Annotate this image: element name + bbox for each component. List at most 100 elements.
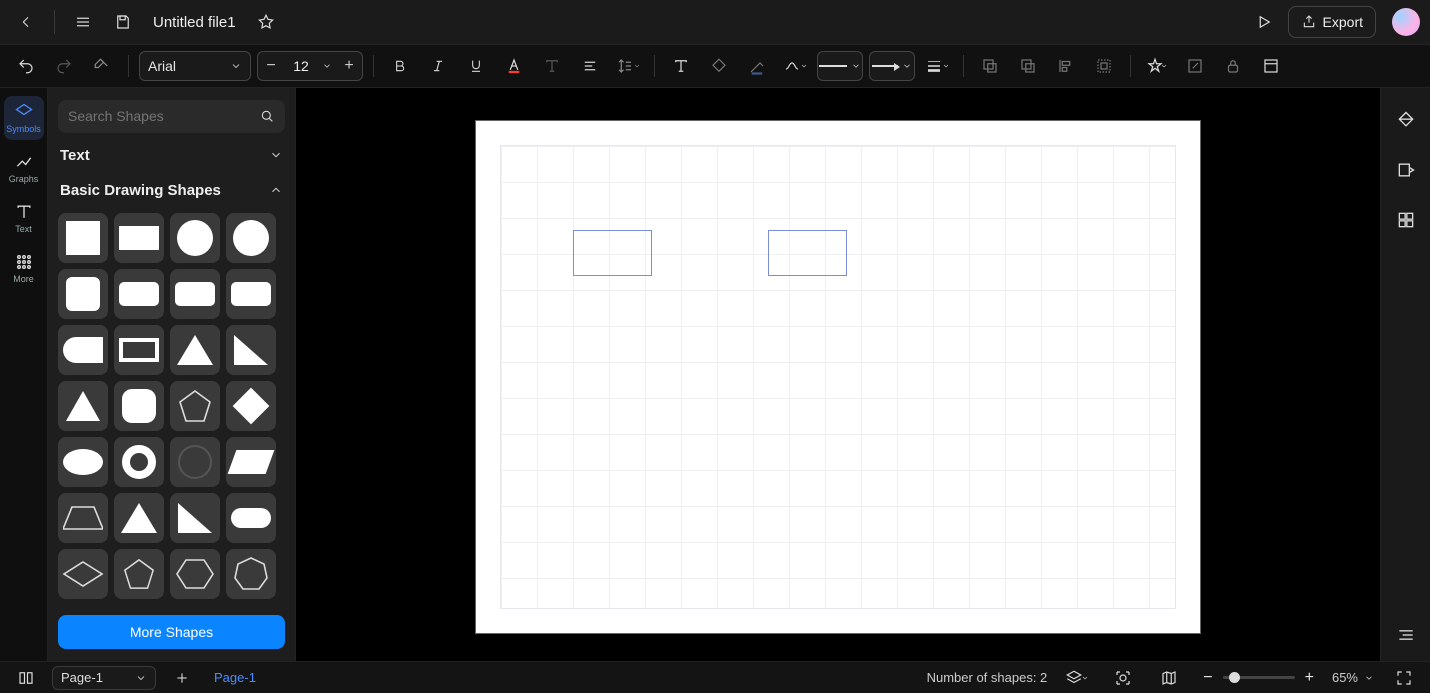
- section-basic-label: Basic Drawing Shapes: [60, 182, 221, 199]
- effects-button[interactable]: [1141, 50, 1173, 82]
- align-objects-button[interactable]: [1050, 50, 1082, 82]
- shape-right-triangle-up[interactable]: [226, 325, 276, 375]
- page-select[interactable]: Page-1: [52, 666, 156, 690]
- page-panel-toggle[interactable]: [10, 662, 42, 693]
- shape-rectangle[interactable]: [114, 213, 164, 263]
- more-shapes-button[interactable]: More Shapes: [58, 615, 285, 649]
- shape-pill[interactable]: [226, 493, 276, 543]
- zoom-slider[interactable]: − +: [1199, 669, 1318, 687]
- zoom-track[interactable]: [1223, 676, 1295, 679]
- shape-square[interactable]: [58, 213, 108, 263]
- search-shapes-field[interactable]: [68, 108, 259, 124]
- search-shapes-input[interactable]: [58, 100, 285, 133]
- format-painter-button[interactable]: [86, 50, 118, 82]
- shape-trapezoid[interactable]: [58, 493, 108, 543]
- canvas-rectangle[interactable]: [573, 230, 652, 276]
- user-avatar[interactable]: [1392, 8, 1420, 36]
- shape-parallelogram[interactable]: [226, 437, 276, 487]
- shape-rounded-square[interactable]: [58, 269, 108, 319]
- rail-symbols[interactable]: Symbols: [4, 96, 44, 140]
- group-button[interactable]: [1088, 50, 1120, 82]
- font-size-stepper[interactable]: − 12 +: [257, 51, 363, 81]
- outline-panel-button[interactable]: [1390, 619, 1422, 651]
- shape-diamond[interactable]: [226, 381, 276, 431]
- components-panel-button[interactable]: [1390, 204, 1422, 236]
- rail-text[interactable]: Text: [4, 196, 44, 240]
- insert-text-button[interactable]: [665, 50, 697, 82]
- text-type-button[interactable]: [536, 50, 568, 82]
- line-style-select[interactable]: [817, 51, 863, 81]
- italic-button[interactable]: [422, 50, 454, 82]
- shape-triangle[interactable]: [170, 325, 220, 375]
- play-button[interactable]: [1248, 6, 1280, 38]
- fill-panel-button[interactable]: [1390, 104, 1422, 136]
- shape-donut[interactable]: [114, 437, 164, 487]
- bold-button[interactable]: [384, 50, 416, 82]
- shape-triangle-3[interactable]: [114, 493, 164, 543]
- line-spacing-button[interactable]: [612, 50, 644, 82]
- shape-heptagon[interactable]: [226, 549, 276, 599]
- focus-button[interactable]: [1107, 662, 1139, 693]
- shape-rounded-one-side[interactable]: [58, 325, 108, 375]
- zoom-value[interactable]: 65%: [1332, 670, 1358, 685]
- back-button[interactable]: [10, 6, 42, 38]
- shape-pentagon-2[interactable]: [114, 549, 164, 599]
- shape-frame[interactable]: [114, 325, 164, 375]
- shape-diamond-flat[interactable]: [58, 549, 108, 599]
- canvas-rectangle[interactable]: [768, 230, 847, 276]
- shape-triangle-2[interactable]: [58, 381, 108, 431]
- shape-hexagon[interactable]: [170, 549, 220, 599]
- zoom-thumb[interactable]: [1229, 672, 1240, 683]
- shape-rounded-rect[interactable]: [114, 269, 164, 319]
- container-button[interactable]: [1255, 50, 1287, 82]
- hamburger-menu-button[interactable]: [67, 6, 99, 38]
- underline-button[interactable]: [460, 50, 492, 82]
- undo-button[interactable]: [10, 50, 42, 82]
- rail-graphs[interactable]: Graphs: [4, 146, 44, 190]
- shape-right-triangle[interactable]: [170, 493, 220, 543]
- lock-button[interactable]: [1217, 50, 1249, 82]
- bring-forward-button[interactable]: [1012, 50, 1044, 82]
- export-button[interactable]: Export: [1288, 6, 1376, 38]
- font-size-chevron[interactable]: [318, 61, 336, 71]
- fill-color-button[interactable]: [703, 50, 735, 82]
- map-view-button[interactable]: [1153, 662, 1185, 693]
- shape-rounded-rect-2[interactable]: [170, 269, 220, 319]
- insert-panel-button[interactable]: [1390, 154, 1422, 186]
- save-icon[interactable]: [107, 6, 139, 38]
- canvas-area[interactable]: [296, 88, 1380, 661]
- send-backward-button[interactable]: [974, 50, 1006, 82]
- add-page-button[interactable]: [166, 662, 198, 693]
- layers-button[interactable]: [1061, 662, 1093, 693]
- font-family-select[interactable]: Arial: [139, 51, 251, 81]
- shape-octagon-rounded[interactable]: [114, 381, 164, 431]
- shape-circle[interactable]: [170, 213, 220, 263]
- arrow-style-select[interactable]: [869, 51, 915, 81]
- section-text-header[interactable]: Text: [58, 143, 285, 168]
- fullscreen-button[interactable]: [1388, 662, 1420, 693]
- shape-ellipse[interactable]: [58, 437, 108, 487]
- align-button[interactable]: [574, 50, 606, 82]
- redo-button[interactable]: [48, 50, 80, 82]
- line-weight-button[interactable]: [921, 50, 953, 82]
- shape-pentagon[interactable]: [170, 381, 220, 431]
- font-color-button[interactable]: [498, 50, 530, 82]
- section-basic-header[interactable]: Basic Drawing Shapes: [58, 178, 285, 203]
- font-size-increase[interactable]: +: [336, 57, 362, 75]
- favorite-star-button[interactable]: [250, 6, 282, 38]
- line-color-button[interactable]: [741, 50, 773, 82]
- page-tab[interactable]: Page-1: [208, 670, 262, 685]
- chevron-down-icon[interactable]: [1364, 673, 1374, 683]
- file-title[interactable]: Untitled file1: [147, 14, 242, 31]
- shape-ring-outline[interactable]: [170, 437, 220, 487]
- chevron-down-icon: [135, 672, 147, 684]
- edit-shape-button[interactable]: [1179, 50, 1211, 82]
- zoom-out-button[interactable]: −: [1199, 669, 1216, 687]
- connector-style-button[interactable]: [779, 50, 811, 82]
- font-size-decrease[interactable]: −: [258, 57, 284, 75]
- shape-rounded-rect-3[interactable]: [226, 269, 276, 319]
- rail-more[interactable]: More: [4, 246, 44, 290]
- page-canvas[interactable]: [476, 121, 1200, 633]
- zoom-in-button[interactable]: +: [1301, 669, 1318, 687]
- shape-circle-2[interactable]: [226, 213, 276, 263]
